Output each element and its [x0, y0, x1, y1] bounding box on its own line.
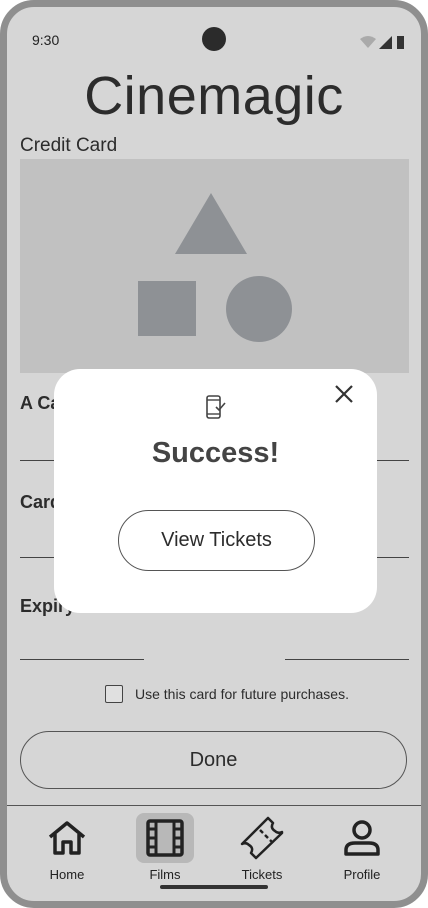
nav-item-films[interactable]: Films — [125, 813, 205, 882]
phone-frame: 9:30 Cinemagic Credit Card A Ca Card Exp… — [0, 0, 428, 908]
film-icon — [146, 819, 184, 857]
save-card-label: Use this card for future purchases. — [135, 686, 349, 702]
signal-icon — [379, 36, 392, 49]
status-icons — [360, 36, 404, 49]
wifi-icon — [360, 36, 376, 48]
camera-notch — [202, 27, 226, 51]
nav-label-films: Films — [149, 867, 181, 882]
nav-label-profile: Profile — [343, 867, 381, 882]
phone-check-icon — [206, 395, 226, 419]
modal-title: Success! — [151, 437, 280, 469]
home-icon — [48, 821, 86, 855]
card-image-placeholder — [20, 159, 409, 373]
save-card-checkbox[interactable] — [105, 685, 123, 703]
nav-label-tickets: Tickets — [241, 867, 283, 882]
nav-item-home[interactable]: Home — [27, 813, 107, 882]
nav-label-home: Home — [49, 867, 85, 882]
battery-icon — [397, 36, 404, 49]
done-button[interactable]: Done — [20, 731, 407, 789]
nav-icon-wrap-tickets — [233, 813, 291, 863]
nav-icon-wrap-home — [38, 813, 96, 863]
nav-icon-wrap-profile — [333, 813, 391, 863]
app-title: Cinemagic — [84, 66, 344, 126]
nav-item-profile[interactable]: Profile — [322, 813, 402, 882]
view-tickets-button[interactable]: View Tickets — [118, 510, 315, 571]
placeholder-shapes-icon — [138, 193, 292, 342]
section-label: Credit Card — [20, 135, 118, 156]
user-icon — [344, 820, 380, 856]
nav-icon-wrap-films — [136, 813, 194, 863]
cvv-field[interactable] — [285, 659, 409, 660]
nav-divider — [7, 805, 421, 806]
status-time: 9:30 — [32, 32, 60, 48]
home-indicator[interactable] — [160, 885, 268, 889]
ticket-icon — [240, 816, 284, 860]
close-icon[interactable] — [333, 383, 355, 405]
expiry-field[interactable] — [20, 659, 144, 660]
success-modal: Success! View Tickets — [54, 369, 377, 613]
save-card-row[interactable]: Use this card for future purchases. — [105, 685, 349, 703]
nav-item-tickets[interactable]: Tickets — [222, 813, 302, 882]
